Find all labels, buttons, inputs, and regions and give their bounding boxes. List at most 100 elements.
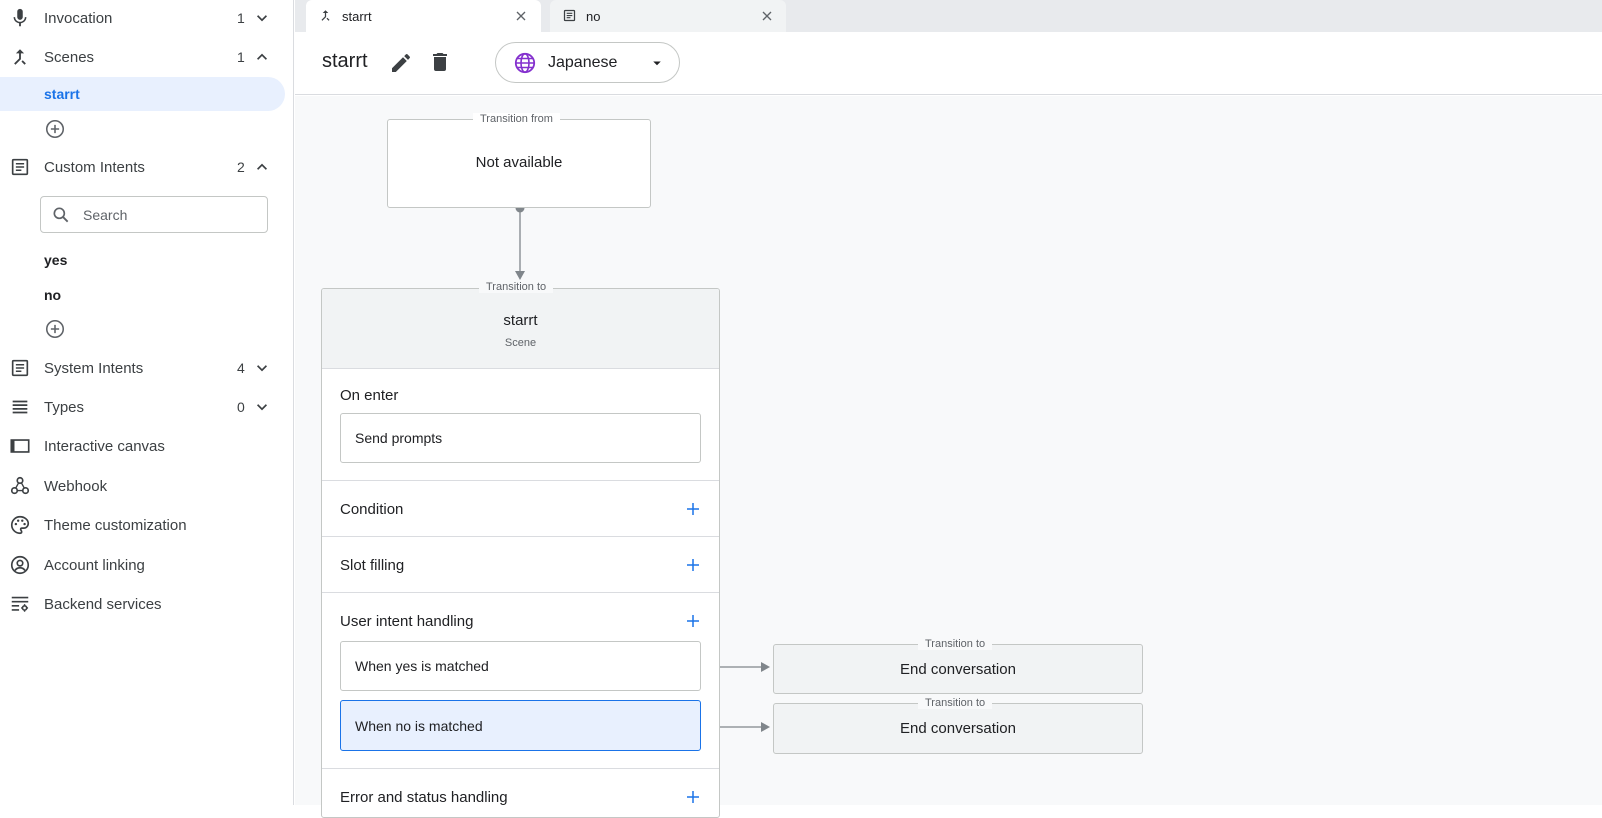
sidebar-item-backend-services[interactable]: Backend services bbox=[0, 586, 293, 622]
language-select[interactable]: Japanese bbox=[495, 42, 680, 83]
intent-handler-yes[interactable]: When yes is matched bbox=[340, 641, 701, 691]
add-slot-button[interactable] bbox=[684, 556, 702, 574]
tab-label: starrt bbox=[342, 8, 372, 24]
count-badge: 0 bbox=[237, 399, 245, 415]
send-prompts-item[interactable]: Send prompts bbox=[340, 413, 701, 463]
sidebar-item-label: Types bbox=[44, 398, 85, 416]
lines-icon bbox=[9, 396, 31, 418]
chevron-down-icon[interactable] bbox=[252, 397, 272, 417]
search-input[interactable] bbox=[81, 205, 261, 225]
chevron-up-icon[interactable] bbox=[252, 157, 272, 177]
count-badge: 1 bbox=[237, 10, 245, 26]
sidebar-item-theme-customization[interactable]: Theme customization bbox=[0, 507, 293, 543]
webhook-icon bbox=[9, 475, 31, 497]
sidebar-item-interactive-canvas[interactable]: Interactive canvas bbox=[0, 428, 293, 464]
count-badge: 1 bbox=[237, 49, 245, 65]
divider bbox=[322, 480, 719, 481]
page-title: starrt bbox=[322, 50, 368, 72]
sidebar-item-label: Backend services bbox=[44, 595, 162, 613]
transition-from-box: Transition from Not available bbox=[387, 113, 651, 208]
sidebar-item-label: Theme customization bbox=[44, 516, 187, 534]
target-label: End conversation bbox=[900, 720, 1016, 737]
globe-icon bbox=[513, 51, 537, 75]
from-connector bbox=[515, 203, 525, 280]
add-error-handler-button[interactable] bbox=[684, 788, 702, 806]
chevron-down-icon[interactable] bbox=[252, 8, 272, 28]
caret-down-icon bbox=[648, 54, 666, 72]
sidebar-item-label: Interactive canvas bbox=[44, 437, 165, 455]
sidebar-item-types[interactable]: Types 0 bbox=[0, 389, 293, 425]
close-icon[interactable] bbox=[759, 8, 775, 24]
canvas-frame-icon bbox=[9, 435, 31, 457]
count-badge: 2 bbox=[237, 159, 245, 175]
tab-label: no bbox=[586, 8, 601, 24]
chevron-up-icon[interactable] bbox=[252, 47, 272, 67]
scene-name: starrt bbox=[503, 312, 538, 329]
item-label: When yes is matched bbox=[355, 658, 489, 674]
transition-from-value: Not available bbox=[475, 154, 563, 171]
scene-label: starrt bbox=[44, 86, 80, 102]
sidebar-item-scenes[interactable]: Scenes 1 bbox=[0, 39, 293, 75]
divider bbox=[322, 768, 719, 769]
sidebar-item-label: Account linking bbox=[44, 556, 145, 574]
scene-card-header: starrt Scene bbox=[322, 289, 719, 369]
search-icon bbox=[51, 205, 71, 225]
add-intent-button[interactable] bbox=[44, 318, 66, 340]
tab-starrt[interactable]: starrt bbox=[306, 0, 541, 32]
sidebar-item-label: Webhook bbox=[44, 477, 108, 495]
scene-kind: Scene bbox=[504, 337, 537, 349]
list-box-icon bbox=[9, 357, 31, 379]
add-intent-handler-button[interactable] bbox=[684, 612, 702, 630]
add-scene-button[interactable] bbox=[44, 118, 66, 140]
sidebar-item-system-intents[interactable]: System Intents 4 bbox=[0, 350, 293, 386]
intent-handler-no[interactable]: When no is matched bbox=[340, 700, 701, 751]
user-intent-handling-title: User intent handling bbox=[340, 613, 474, 630]
transition-from-label: Transition from bbox=[473, 113, 560, 125]
edit-icon[interactable] bbox=[389, 51, 413, 75]
add-condition-button[interactable] bbox=[684, 500, 702, 518]
settings-list-icon bbox=[9, 593, 31, 615]
intent-label: yes bbox=[44, 252, 68, 268]
tab-no[interactable]: no bbox=[550, 0, 786, 32]
delete-icon[interactable] bbox=[428, 50, 452, 74]
list-box-icon bbox=[562, 8, 577, 23]
microphone-icon bbox=[9, 7, 31, 29]
sidebar-item-label: Scenes bbox=[44, 48, 95, 66]
list-box-icon bbox=[9, 156, 31, 178]
palette-icon bbox=[9, 514, 31, 536]
sidebar-item-label: System Intents bbox=[44, 359, 144, 377]
count-badge: 4 bbox=[237, 360, 245, 376]
transition-target-yes[interactable]: Transition to End conversation bbox=[773, 638, 1143, 694]
sidebar-item-custom-intents[interactable]: Custom Intents 2 bbox=[0, 149, 293, 185]
scene-card: starrt Scene On enter Send prompts Condi… bbox=[321, 288, 720, 818]
item-label: Send prompts bbox=[355, 430, 443, 446]
close-icon[interactable] bbox=[513, 8, 529, 24]
transition-target-no[interactable]: Transition to End conversation bbox=[773, 697, 1143, 754]
chevron-down-icon[interactable] bbox=[252, 358, 272, 378]
sidebar-intent-no[interactable]: no bbox=[0, 278, 285, 312]
sidebar-item-invocation[interactable]: Invocation 1 bbox=[0, 0, 293, 36]
on-enter-title: On enter bbox=[340, 387, 399, 404]
sidebar-item-account-linking[interactable]: Account linking bbox=[0, 547, 293, 583]
language-label: Japanese bbox=[548, 54, 618, 71]
slot-filling-title: Slot filling bbox=[340, 557, 405, 574]
intent-label: no bbox=[44, 287, 62, 303]
sidebar-scene-starrt[interactable]: starrt bbox=[0, 77, 285, 111]
sidebar: Invocation 1 Scenes 1 starrt Custom Inte… bbox=[0, 0, 294, 805]
item-label: When no is matched bbox=[355, 718, 483, 734]
target-label: End conversation bbox=[900, 661, 1016, 678]
sidebar-item-webhook[interactable]: Webhook bbox=[0, 468, 293, 504]
scene-header: starrt Japanese bbox=[295, 32, 1602, 95]
transition-to-label: Transition to bbox=[918, 638, 993, 650]
account-circle-icon bbox=[9, 554, 31, 576]
divider bbox=[322, 592, 719, 593]
sidebar-intent-yes[interactable]: yes bbox=[0, 243, 285, 277]
transition-to-label: Transition to bbox=[918, 697, 993, 709]
sidebar-item-label: Invocation bbox=[44, 9, 113, 27]
transition-to-label: Transition to bbox=[479, 281, 554, 293]
divider bbox=[322, 536, 719, 537]
sidebar-item-label: Custom Intents bbox=[44, 158, 145, 176]
scene-flow-canvas: Transition from Not available Transition… bbox=[295, 96, 1602, 818]
tab-strip: starrt no bbox=[295, 0, 1602, 32]
condition-title: Condition bbox=[340, 501, 404, 518]
